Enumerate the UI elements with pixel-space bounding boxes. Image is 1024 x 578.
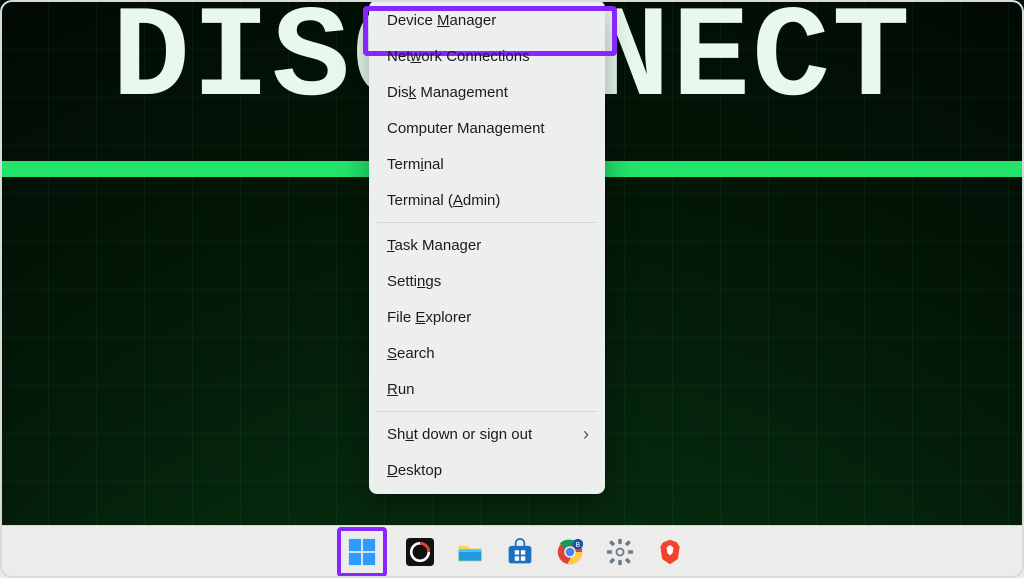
menu-separator [377, 411, 597, 412]
ctx-item-label: Search [387, 345, 435, 362]
menu-separator [377, 222, 597, 223]
ctx-item-network-connections[interactable]: Network Connections [369, 38, 605, 74]
ctx-item-label: Settings [387, 273, 441, 290]
ctx-item-label: Run [387, 381, 415, 398]
taskbar-microsoft-store[interactable] [503, 535, 537, 569]
ctx-item-run[interactable]: Run [369, 371, 605, 407]
ctx-item-label: Computer Management [387, 120, 545, 137]
windows-logo-icon [348, 538, 376, 566]
ctx-item-shut-down-or-sign-out[interactable]: Shut down or sign out [369, 416, 605, 452]
gear-icon [606, 538, 634, 566]
ctx-item-label: Device Manager [387, 12, 496, 29]
ctx-item-label: Desktop [387, 462, 442, 479]
ctx-item-desktop[interactable]: Desktop [369, 452, 605, 488]
ctx-item-label: Network Connections [387, 48, 530, 65]
brave-icon [656, 538, 684, 566]
store-icon [506, 538, 534, 566]
ctx-item-settings[interactable]: Settings [369, 263, 605, 299]
taskbar-powertoys[interactable] [403, 535, 437, 569]
ctx-item-computer-management[interactable]: Computer Management [369, 110, 605, 146]
taskbar-brave[interactable] [653, 535, 687, 569]
taskbar-settings[interactable] [603, 535, 637, 569]
taskbar-chrome[interactable]: B [553, 535, 587, 569]
ctx-item-disk-management[interactable]: Disk Management [369, 74, 605, 110]
svg-text:B: B [576, 542, 581, 549]
ctx-item-search[interactable]: Search [369, 335, 605, 371]
ctx-item-label: Terminal [387, 156, 444, 173]
start-button-highlight [337, 527, 387, 577]
ctx-item-label: Terminal (Admin) [387, 192, 500, 209]
ctx-item-label: Shut down or sign out [387, 426, 532, 443]
ctx-item-device-manager[interactable]: Device Manager [369, 2, 605, 38]
ctx-item-task-manager[interactable]: Task Manager [369, 227, 605, 263]
powertoys-icon [406, 538, 434, 566]
winx-context-menu: Device Manager Network Connections Disk Ma… [369, 0, 605, 494]
ctx-item-terminal[interactable]: Terminal [369, 146, 605, 182]
ctx-item-terminal-admin[interactable]: Terminal (Admin) [369, 182, 605, 218]
taskbar-file-explorer[interactable] [453, 535, 487, 569]
ctx-item-label: File Explorer [387, 309, 471, 326]
ctx-item-label: Disk Management [387, 84, 508, 101]
ctx-item-label: Task Manager [387, 237, 481, 254]
folder-icon [456, 538, 484, 566]
start-button[interactable] [345, 535, 379, 569]
ctx-item-file-explorer[interactable]: File Explorer [369, 299, 605, 335]
taskbar: B [0, 525, 1024, 578]
chrome-icon: B [556, 538, 584, 566]
